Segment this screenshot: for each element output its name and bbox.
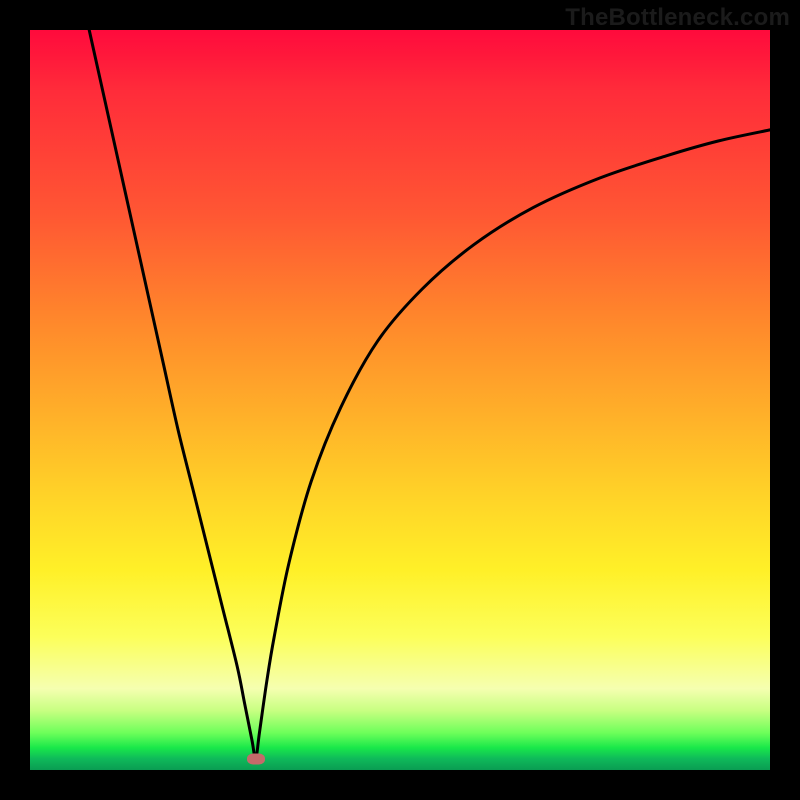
chart-frame: TheBottleneck.com — [0, 0, 800, 800]
plot-area — [30, 30, 770, 770]
watermark-text: TheBottleneck.com — [565, 4, 790, 32]
curve-path — [89, 30, 770, 759]
bottleneck-curve — [30, 30, 770, 770]
minimum-marker — [247, 753, 265, 764]
